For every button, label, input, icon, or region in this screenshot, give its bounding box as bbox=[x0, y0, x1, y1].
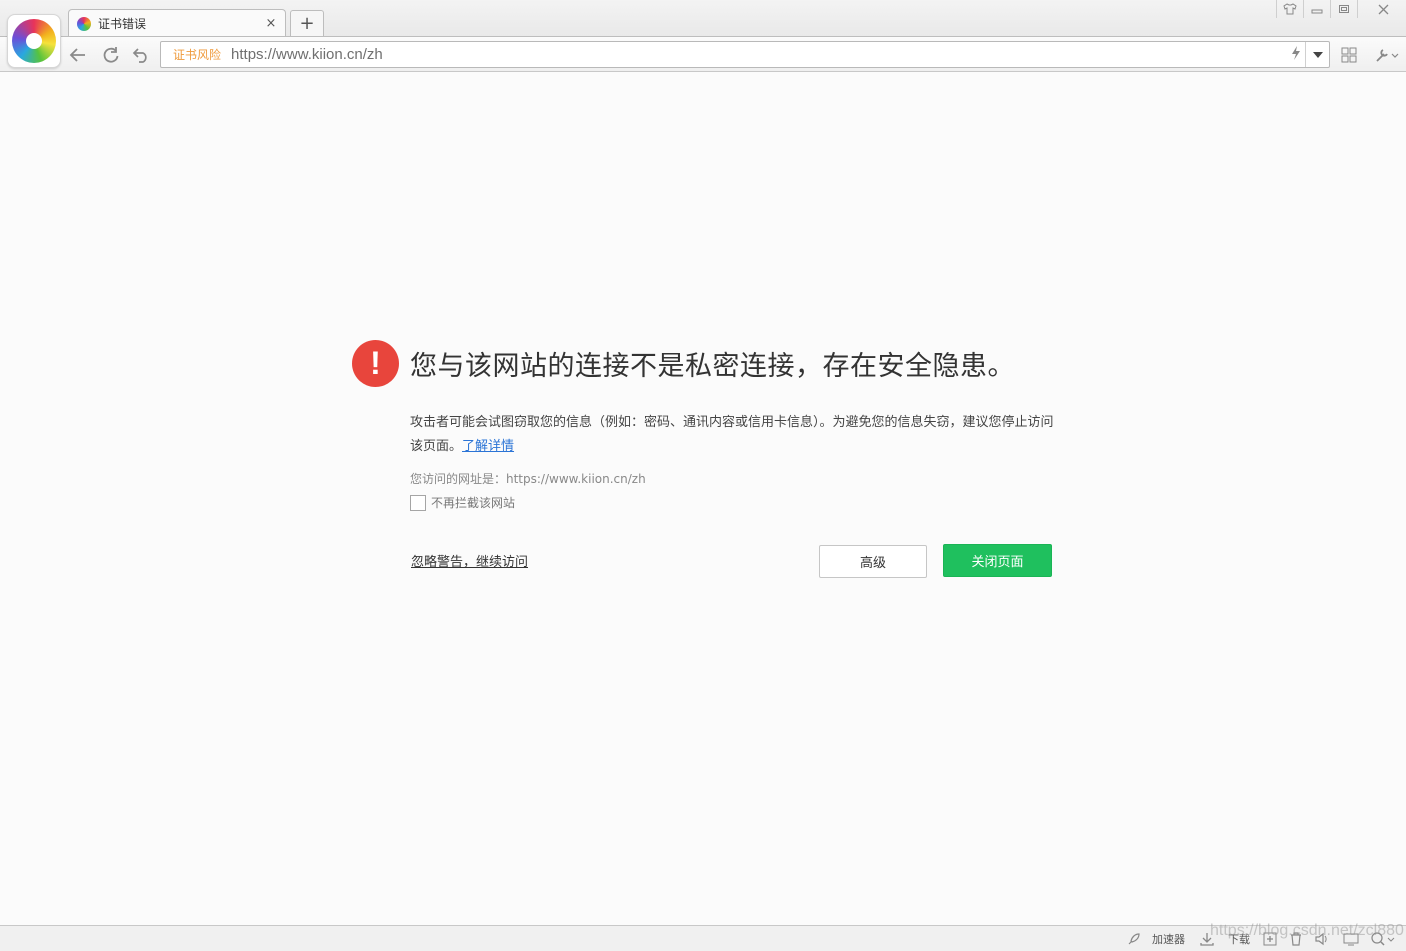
page-title: 您与该网站的连接不是私密连接，存在安全隐患。 bbox=[410, 351, 1015, 382]
no-block-label[interactable]: 不再拦截该网站 bbox=[431, 494, 515, 511]
undo-icon[interactable] bbox=[129, 43, 153, 67]
cert-risk-badge[interactable]: 证书风险 bbox=[173, 46, 221, 63]
ignore-warning-link[interactable]: 忽略警告，继续访问 bbox=[411, 551, 528, 570]
new-tab-button[interactable]: + bbox=[290, 10, 324, 36]
no-block-checkbox[interactable] bbox=[410, 494, 426, 511]
apps-grid-icon[interactable] bbox=[1337, 44, 1361, 66]
tab-title: 证书错误 bbox=[98, 17, 147, 31]
refresh-icon[interactable] bbox=[99, 43, 123, 67]
warning-icon: ! bbox=[352, 340, 399, 387]
skin-icon[interactable] bbox=[1277, 0, 1303, 18]
address-bar[interactable]: 证书风险 https://www.kiion.cn/zh bbox=[160, 41, 1330, 68]
status-bar: 加速器 下载 bbox=[0, 925, 1406, 951]
url-text[interactable]: https://www.kiion.cn/zh bbox=[231, 46, 383, 63]
tab-favicon-icon bbox=[77, 16, 91, 31]
tab-cert-error[interactable]: 证书错误 × bbox=[68, 9, 286, 37]
visited-url-label: 您访问的网址是：https://www.kiion.cn/zh bbox=[410, 472, 646, 486]
back-icon[interactable] bbox=[66, 43, 90, 67]
close-page-button[interactable]: 关闭页面 bbox=[943, 544, 1052, 577]
learn-more-link[interactable]: 了解详情 bbox=[462, 439, 514, 454]
accelerator-label[interactable]: 加速器 bbox=[1152, 931, 1185, 947]
watermark-text: https://blog.csdn.net/zcl880 bbox=[1210, 922, 1404, 939]
address-dropdown-icon[interactable] bbox=[1305, 42, 1329, 67]
navigation-toolbar: 证书风险 https://www.kiion.cn/zh bbox=[0, 36, 1406, 72]
close-icon[interactable] bbox=[1369, 0, 1397, 18]
rocket-icon[interactable] bbox=[1126, 931, 1142, 947]
tools-wrench-icon[interactable] bbox=[1373, 44, 1401, 66]
maximize-icon[interactable] bbox=[1331, 0, 1357, 18]
minimize-icon[interactable] bbox=[1304, 0, 1330, 18]
no-block-option[interactable]: 不再拦截该网站 bbox=[410, 494, 515, 511]
tab-close-icon[interactable]: × bbox=[265, 16, 277, 31]
advanced-button[interactable]: 高级 bbox=[819, 545, 927, 578]
lightning-icon[interactable] bbox=[1291, 46, 1301, 64]
warning-description: 攻击者可能会试图窃取您的信息（例如：密码、通讯内容或信用卡信息）。为避免您的信息… bbox=[410, 411, 1065, 459]
browser-logo-icon[interactable] bbox=[7, 14, 61, 68]
